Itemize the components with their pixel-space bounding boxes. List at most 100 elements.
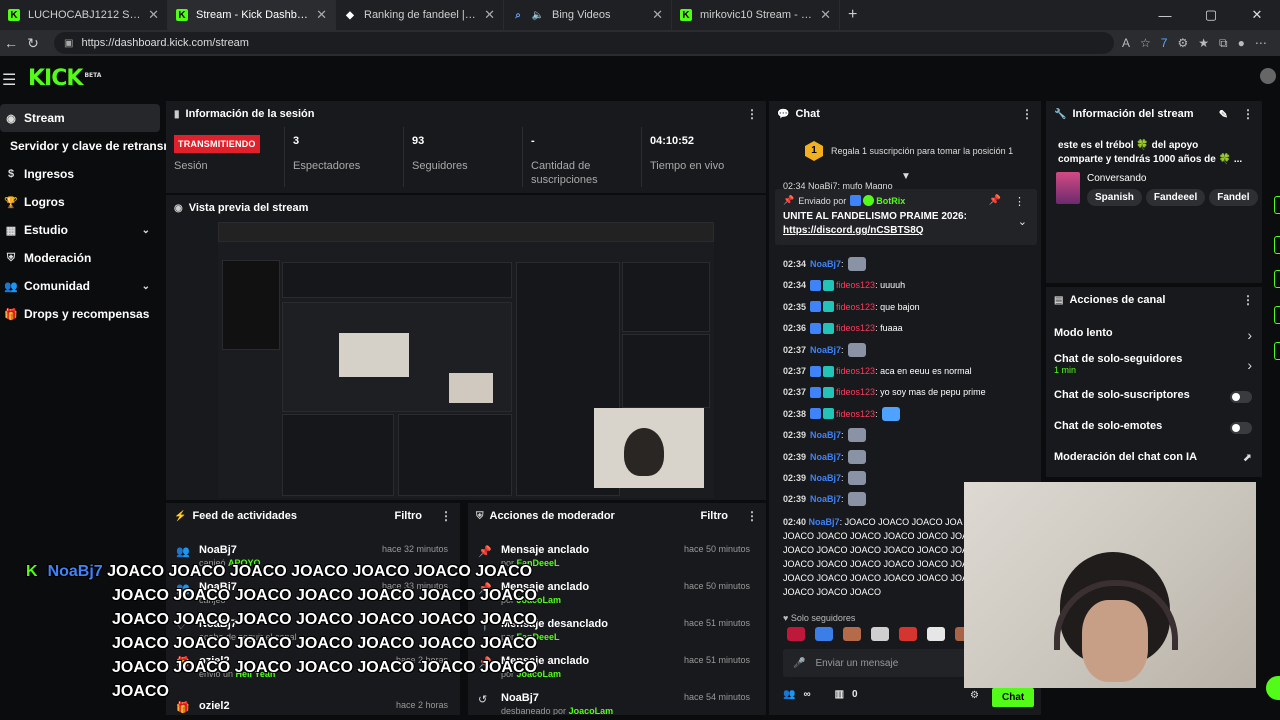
chat-message[interactable]: 02:39 NoaBj7: <box>783 448 866 466</box>
chat-message[interactable]: 02:34 NoaBj7: <box>783 255 866 273</box>
side-widget[interactable] <box>1274 196 1280 214</box>
refresh-icon[interactable]: ↻ <box>22 35 44 52</box>
wrench-icon: 🔧 <box>1054 108 1067 120</box>
extension-icon[interactable]: 7 <box>1161 36 1168 51</box>
more-options-icon[interactable]: ⋮ <box>1021 107 1033 121</box>
favorite-star-icon[interactable]: ☆ <box>1140 36 1151 51</box>
discord-link[interactable]: https://discord.gg/nCSBTS8Q <box>783 225 924 236</box>
hamburger-menu-icon[interactable]: ☰ <box>2 70 16 90</box>
emote-icon[interactable] <box>843 627 861 641</box>
collections-icon[interactable]: ⧉ <box>1219 36 1228 51</box>
chat-message[interactable]: 02:39 NoaBj7: <box>783 469 866 487</box>
filter-icon[interactable]: ▼ <box>901 171 911 182</box>
chat-message[interactable]: 02:39 NoaBj7: <box>783 490 866 508</box>
chat-message[interactable]: 02:39 NoaBj7: <box>783 426 866 444</box>
more-options-icon[interactable]: ⋮ <box>1242 107 1254 121</box>
sidebar-item-income[interactable]: $ Ingresos <box>0 160 160 188</box>
browser-tab[interactable]: ⌕ 🔈 Bing Videos ✕ <box>504 0 672 30</box>
profile-avatar-icon[interactable]: ● <box>1238 36 1245 51</box>
category-thumbnail[interactable] <box>1056 172 1080 204</box>
emote-icon[interactable] <box>815 627 833 641</box>
preview-mini-webcam <box>594 408 704 488</box>
chat-message[interactable]: 02:37 fideos123: yo soy mas de pepu prime <box>783 383 986 401</box>
chat-message[interactable]: 02:35 fideos123: que bajon <box>783 298 920 316</box>
sidebar-item-community[interactable]: 👥 Comunidad ⌄ <box>0 272 160 300</box>
sub-goal-banner[interactable]: 1 Regala 1 suscripción para tomar la pos… <box>805 141 1013 161</box>
url-field[interactable]: ▣ https://dashboard.kick.com/stream <box>54 32 1114 54</box>
maximize-icon[interactable]: ▢ <box>1188 7 1234 23</box>
sidebar-item-server-key[interactable]: Servidor y clave de retransmisión <box>0 132 202 160</box>
pin-toggle-icon[interactable]: 📌 <box>989 195 1001 206</box>
chat-message[interactable]: 02:36 fideos123: fuaaa <box>783 319 903 337</box>
microphone-icon[interactable]: 🎤 <box>793 658 805 669</box>
side-widget[interactable] <box>1274 342 1280 360</box>
side-widget[interactable] <box>1274 306 1280 324</box>
emote-icon[interactable] <box>899 627 917 641</box>
sidebar-item-drops[interactable]: 🎁 Drops y recompensas <box>0 300 160 328</box>
action-ai-moderation[interactable]: Moderación del chat con IA ⬈ <box>1046 451 1262 469</box>
kick-logo[interactable]: KICK BETA <box>28 66 101 91</box>
action-subscribers-only[interactable]: Chat de solo-suscriptores <box>1046 389 1262 407</box>
close-tab-icon[interactable]: ✕ <box>484 7 495 23</box>
favorites-icon[interactable]: ★ <box>1198 36 1209 51</box>
tag[interactable]: Spanish <box>1087 189 1142 206</box>
close-tab-icon[interactable]: ✕ <box>148 7 159 23</box>
subscribers-only-toggle[interactable] <box>1230 391 1252 403</box>
chat-message[interactable]: 02:34 fideos123: uuuuh <box>783 276 905 294</box>
filter-button[interactable]: Filtro <box>701 510 729 522</box>
close-window-icon[interactable]: ✕ <box>1234 7 1280 23</box>
action-emotes-only[interactable]: Chat de solo-emotes <box>1046 420 1262 438</box>
community-icon[interactable]: 👥 <box>783 689 795 700</box>
kick-favicon-icon: K <box>8 9 20 21</box>
chevron-down-icon[interactable]: ⌄ <box>1018 215 1027 228</box>
browser-tab[interactable]: K LUCHOCABJ1212 Stream - Watch L ✕ <box>0 0 168 30</box>
browser-tab[interactable]: Kmirkovic10 Stream - Watch Live o ✕ <box>672 0 840 30</box>
settings-gear-icon[interactable]: ⚙ <box>970 690 979 701</box>
emote-icon[interactable] <box>871 627 889 641</box>
pinned-message[interactable]: 📌 Enviado por BotRix 📌 ⋮ UNITE AL FANDELIS… <box>775 189 1037 245</box>
tag[interactable]: Fandel <box>1209 189 1258 206</box>
more-options-icon[interactable]: ⋮ <box>746 509 758 523</box>
sidebar-item-studio[interactable]: ▦ Estudio ⌄ <box>0 216 160 244</box>
sidebar-item-achievements[interactable]: 🏆 Logros <box>0 188 160 216</box>
emote-icon[interactable] <box>787 627 805 641</box>
action-slow-mode[interactable]: Modo lento › <box>1046 327 1262 347</box>
stream-preview-video[interactable] <box>218 222 714 498</box>
close-tab-icon[interactable]: ✕ <box>820 7 831 23</box>
close-tab-icon[interactable]: ✕ <box>652 7 663 23</box>
more-options-icon[interactable]: ⋮ <box>1242 293 1254 307</box>
preview-mini-cam-2 <box>449 373 493 403</box>
back-icon[interactable]: ← <box>0 35 22 51</box>
category-name[interactable]: Conversando <box>1087 173 1146 184</box>
chat-message[interactable]: 02:38 fideos123: <box>783 405 900 423</box>
more-options-icon[interactable]: ⋮ <box>746 107 758 121</box>
chat-message[interactable]: 02:37 NoaBj7: <box>783 341 866 359</box>
action-followers-only[interactable]: Chat de solo-seguidores 1 min › <box>1046 353 1262 379</box>
more-menu-icon[interactable]: ⋯ <box>1255 36 1267 51</box>
edit-icon[interactable]: ✎ <box>1219 108 1228 121</box>
side-widget[interactable] <box>1274 236 1280 254</box>
tag[interactable]: Fandeeel <box>1145 189 1206 206</box>
close-tab-icon[interactable]: ✕ <box>316 7 327 23</box>
user-avatar[interactable] <box>1260 68 1276 84</box>
extensions-puzzle-icon[interactable]: ⚙ <box>1177 36 1188 51</box>
filter-button[interactable]: Filtro <box>395 510 423 522</box>
more-options-icon[interactable]: ⋮ <box>440 509 452 523</box>
chat-mode-indicator: ♥ Solo seguidores <box>783 613 856 623</box>
sidebar-item-stream[interactable]: ◉ Stream <box>0 104 160 132</box>
emotes-only-toggle[interactable] <box>1230 422 1252 434</box>
side-widget[interactable] <box>1274 270 1280 288</box>
minimize-icon[interactable]: — <box>1142 8 1188 23</box>
green-fab-icon[interactable] <box>1266 676 1280 700</box>
sidebar-item-moderation[interactable]: ⛨ Moderación <box>0 244 160 272</box>
browser-tab-active[interactable]: K Stream - Kick Dashboard ✕ <box>168 0 336 30</box>
more-options-icon[interactable]: ⋮ <box>1014 195 1025 208</box>
browser-tab[interactable]: ◆ Ranking de fandeel | El mejor sol ✕ <box>336 0 504 30</box>
chat-send-button[interactable]: Chat <box>992 688 1035 707</box>
chat-message[interactable]: 02:37 fideos123: aca en eeuu es normal <box>783 362 972 380</box>
new-tab-icon[interactable]: + <box>848 6 857 24</box>
emote-icon[interactable] <box>927 627 945 641</box>
site-info-icon[interactable]: ▣ <box>64 38 73 49</box>
read-aloud-icon[interactable]: A <box>1122 36 1130 51</box>
chart-icon: ▮ <box>174 108 180 120</box>
